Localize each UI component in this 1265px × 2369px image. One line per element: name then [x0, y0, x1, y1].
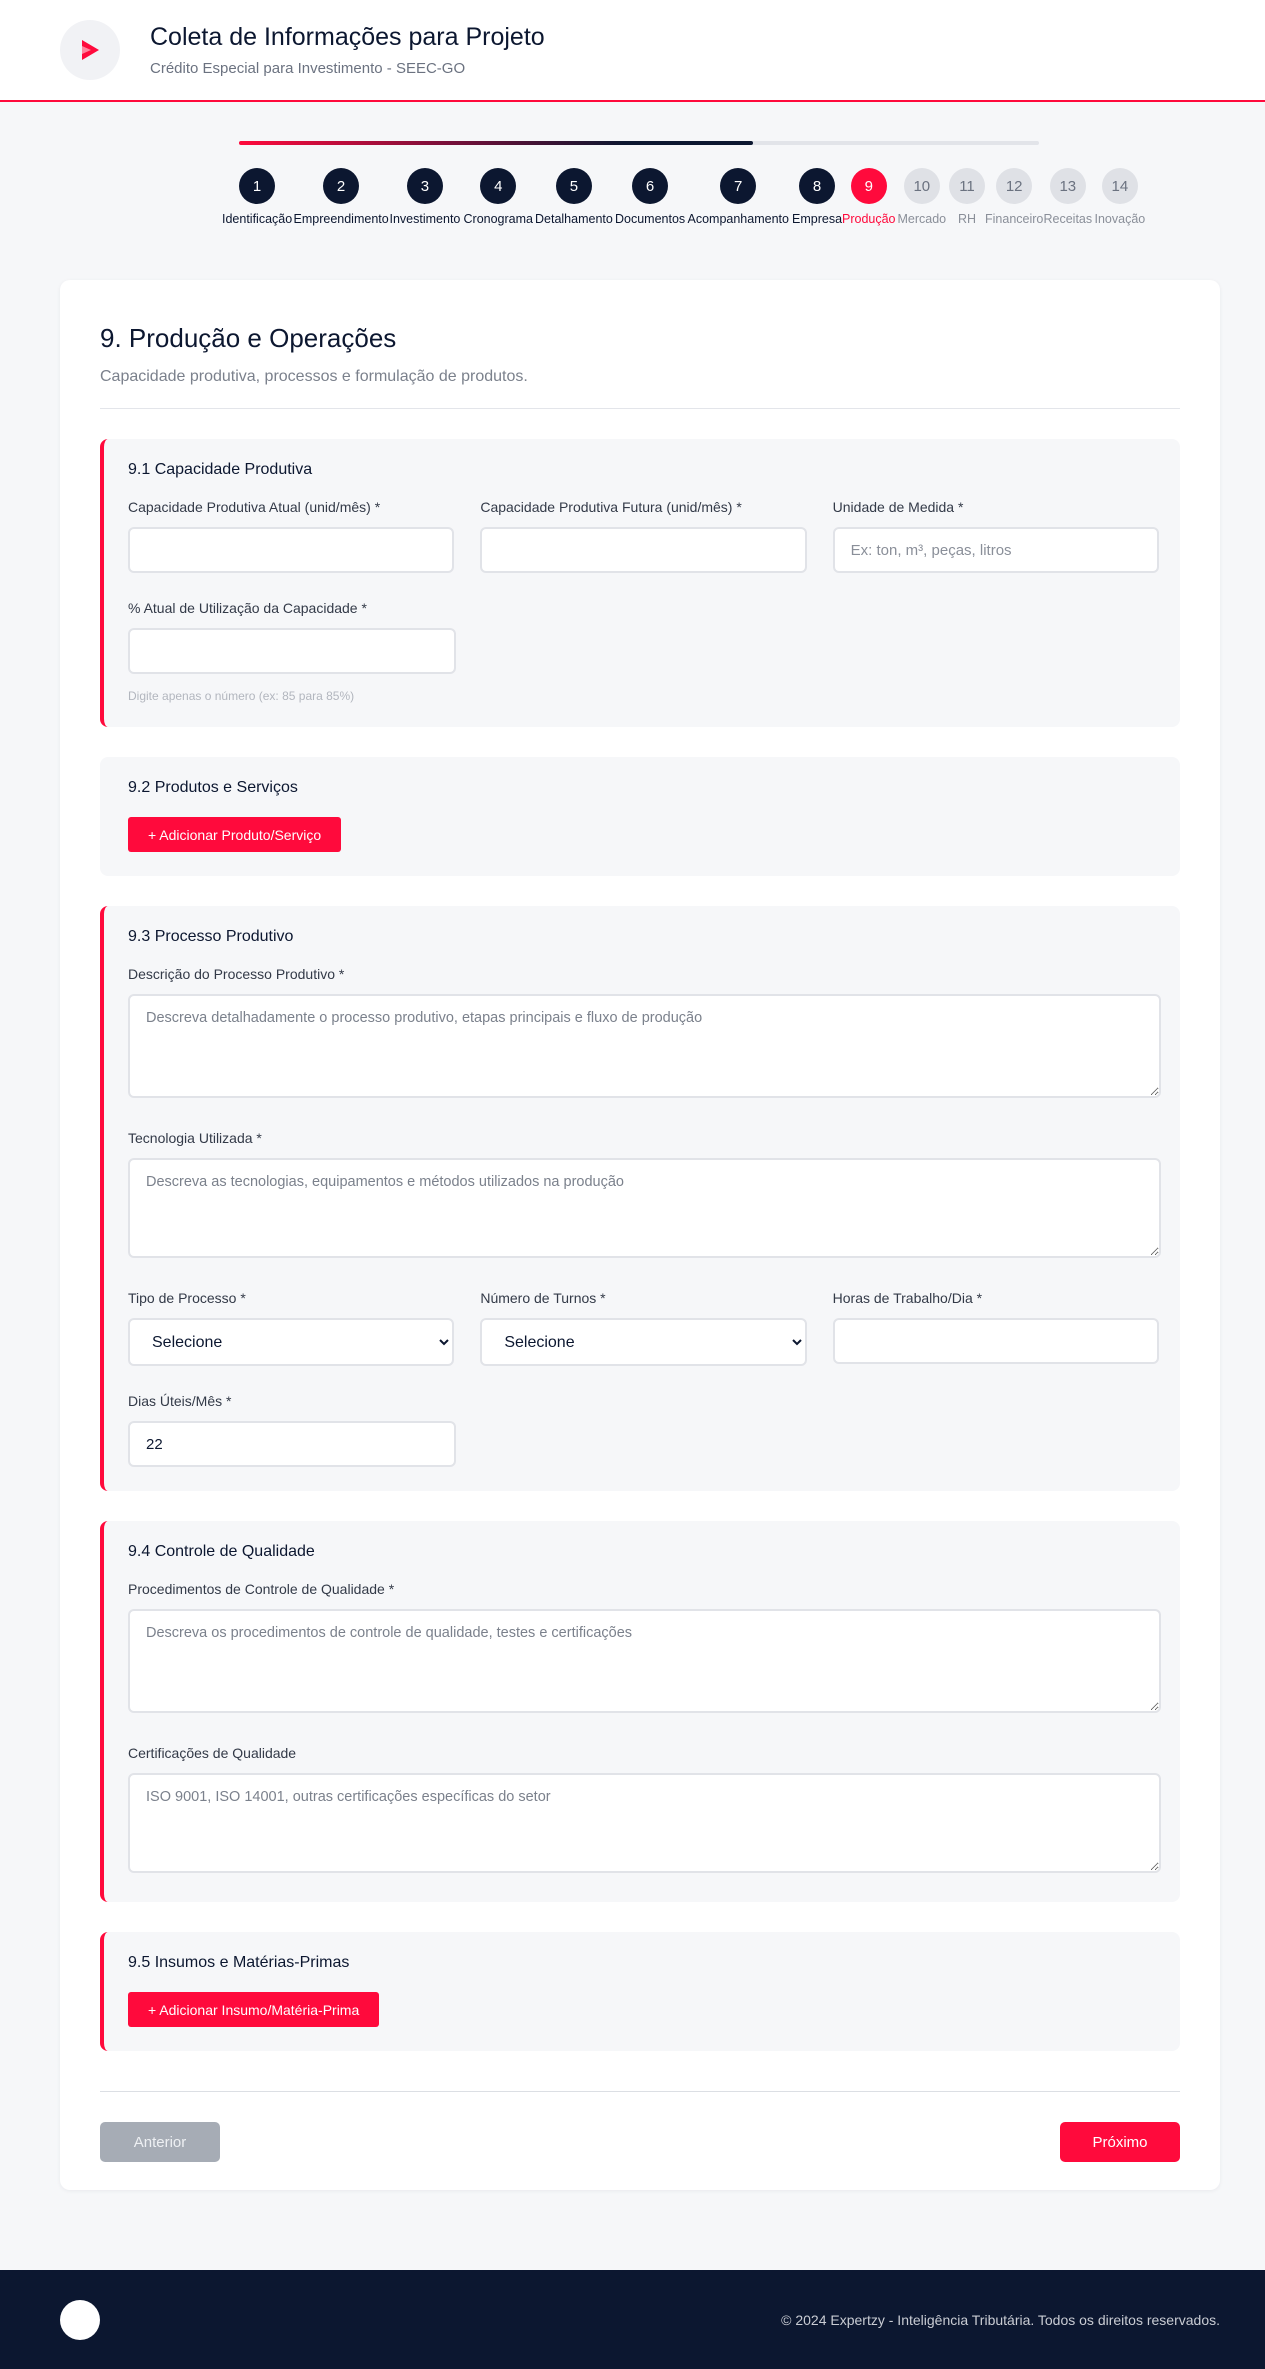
tecnologia-label: Tecnologia Utilizada *: [128, 1130, 262, 1146]
add-produto-button[interactable]: + Adicionar Produto/Serviço: [128, 817, 342, 852]
section-produtos-servicos: 9.2 Produtos e Serviços + Adicionar Prod…: [100, 757, 1180, 876]
step-number: 3: [406, 168, 443, 204]
tecnologia-textarea[interactable]: [128, 1158, 1161, 1258]
procedimentos-qualidade-textarea[interactable]: [128, 1609, 1161, 1713]
step-10[interactable]: 10 Mercado: [897, 168, 947, 226]
previous-button[interactable]: Anterior: [100, 2122, 220, 2162]
section-insumos: 9.5 Insumos e Matérias-Primas + Adiciona…: [100, 1932, 1180, 2051]
step-14[interactable]: 14 Inovação: [1094, 168, 1146, 226]
step-2[interactable]: 2 Empreendimento: [294, 168, 389, 226]
step-label: Cronograma: [463, 212, 533, 226]
step-label: Mercado: [897, 212, 947, 226]
step-label: RH: [957, 212, 977, 226]
section-title: 9.5 Insumos e Matérias-Primas: [128, 1954, 350, 1971]
step-label: Documentos: [615, 212, 686, 226]
numero-turnos-select[interactable]: Selecione: [480, 1318, 807, 1366]
capacidade-atual-input[interactable]: [128, 527, 455, 573]
procedimentos-qualidade-label: Procedimentos de Controle de Qualidade *: [128, 1581, 395, 1597]
divider: [100, 2091, 1180, 2092]
descricao-processo-label: Descrição do Processo Produtivo *: [128, 966, 345, 982]
tipo-processo-select[interactable]: Selecione: [128, 1318, 455, 1366]
step-label: Inovação: [1094, 212, 1146, 226]
section-title: 9.3 Processo Produtivo: [128, 928, 294, 945]
step-8[interactable]: 8 Empresa: [792, 168, 842, 226]
step-number: 7: [720, 168, 757, 204]
app-header: Coleta de Informações para Projeto Crédi…: [0, 0, 1265, 102]
page-title: 9. Produção e Operações: [100, 323, 397, 353]
step-label: Empreendimento: [293, 212, 389, 226]
app-footer: © 2024 Expertzy - Inteligência Tributári…: [0, 2270, 1265, 2369]
tipo-processo-label: Tipo de Processo *: [128, 1290, 246, 1306]
unidade-medida-label: Unidade de Medida *: [832, 499, 964, 515]
page-subtitle: Capacidade produtiva, processos e formul…: [100, 368, 528, 385]
section-title: 9.1 Capacidade Produtiva: [128, 461, 313, 478]
step-4[interactable]: 4 Cronograma: [464, 168, 533, 226]
header-title: Coleta de Informações para Projeto: [150, 23, 545, 51]
step-number: 12: [996, 168, 1033, 204]
step-13[interactable]: 13 Receitas: [1043, 168, 1093, 226]
step-label: Detalhamento: [535, 212, 613, 226]
descricao-processo-textarea[interactable]: [128, 994, 1161, 1098]
footer-copyright: © 2024 Expertzy - Inteligência Tributári…: [781, 2311, 1220, 2328]
step-number: 9: [850, 168, 887, 204]
progress-fill: [239, 141, 754, 145]
step-number: 11: [949, 168, 985, 204]
step-number: 2: [323, 168, 360, 204]
form-card: 9. Produção e Operações Capacidade produ…: [60, 280, 1220, 2190]
next-button[interactable]: Próximo: [1060, 2122, 1180, 2162]
step-number: 14: [1101, 168, 1138, 204]
step-number: 13: [1049, 168, 1086, 204]
section-title: 9.2 Produtos e Serviços: [128, 779, 298, 796]
capacidade-futura-label: Capacidade Produtiva Futura (unid/mês) *: [480, 499, 742, 515]
dias-uteis-label: Dias Úteis/Mês *: [128, 1393, 232, 1409]
step-number: 8: [799, 168, 836, 204]
dias-uteis-input[interactable]: [128, 1421, 456, 1467]
add-insumo-button[interactable]: + Adicionar Insumo/Matéria-Prima: [128, 1992, 380, 2027]
step-label: Financeiro: [985, 212, 1044, 226]
step-6[interactable]: 6 Documentos: [615, 168, 685, 226]
progress-stepper: 1 Identificação 2 Empreendimento 3 Investimen…: [222, 141, 1145, 241]
form-navigation: Anterior Próximo: [100, 2122, 1180, 2162]
step-number: 1: [239, 168, 276, 204]
step-5[interactable]: 5 Detalhamento: [535, 168, 613, 226]
utilizacao-input[interactable]: [128, 628, 456, 674]
step-number: 10: [903, 168, 940, 204]
header-subtitle: Crédito Especial para Investimento - SEE…: [150, 60, 466, 77]
step-label: Receitas: [1043, 212, 1093, 226]
numero-turnos-label: Número de Turnos *: [480, 1290, 606, 1306]
utilizacao-label: % Atual de Utilização da Capacidade *: [128, 600, 367, 616]
step-7[interactable]: 7 Acompanhamento: [688, 168, 789, 226]
step-11[interactable]: 11 RH: [949, 168, 985, 226]
utilizacao-hint: Digite apenas o número (ex: 85 para 85%): [128, 689, 355, 703]
footer-logo: [60, 2299, 100, 2340]
capacidade-futura-input[interactable]: [480, 527, 807, 573]
section-controle-qualidade: 9.4 Controle de Qualidade Procedimentos …: [100, 1521, 1180, 1902]
step-label: Acompanhamento: [687, 212, 789, 226]
logo: [60, 20, 120, 80]
play-logo-icon: [82, 40, 99, 60]
divider: [100, 408, 1180, 409]
step-number: 6: [632, 168, 669, 204]
section-processo-produtivo: 9.3 Processo Produtivo Descrição do Proc…: [100, 906, 1180, 1491]
step-3[interactable]: 3 Investimento: [389, 168, 461, 226]
step-label: Investimento: [389, 212, 461, 226]
step-label: Identificação: [222, 212, 293, 226]
certificacoes-textarea[interactable]: [128, 1773, 1161, 1873]
section-capacidade-produtiva: 9.1 Capacidade Produtiva Capacidade Prod…: [100, 439, 1180, 727]
capacidade-atual-label: Capacidade Produtiva Atual (unid/mês) *: [128, 499, 381, 515]
step-9[interactable]: 9 Produção: [842, 168, 896, 226]
unidade-medida-input[interactable]: [832, 527, 1159, 573]
step-label: Empresa: [792, 212, 843, 226]
step-number: 4: [480, 168, 517, 204]
section-title: 9.4 Controle de Qualidade: [128, 1543, 315, 1560]
certificacoes-label: Certificações de Qualidade: [128, 1745, 297, 1761]
step-number: 5: [555, 168, 592, 204]
step-12[interactable]: 12 Financeiro: [985, 168, 1043, 226]
step-label: Produção: [842, 212, 896, 226]
horas-trabalho-input[interactable]: [832, 1318, 1159, 1364]
horas-trabalho-label: Horas de Trabalho/Dia *: [832, 1290, 983, 1306]
step-1[interactable]: 1 Identificação: [222, 168, 292, 226]
